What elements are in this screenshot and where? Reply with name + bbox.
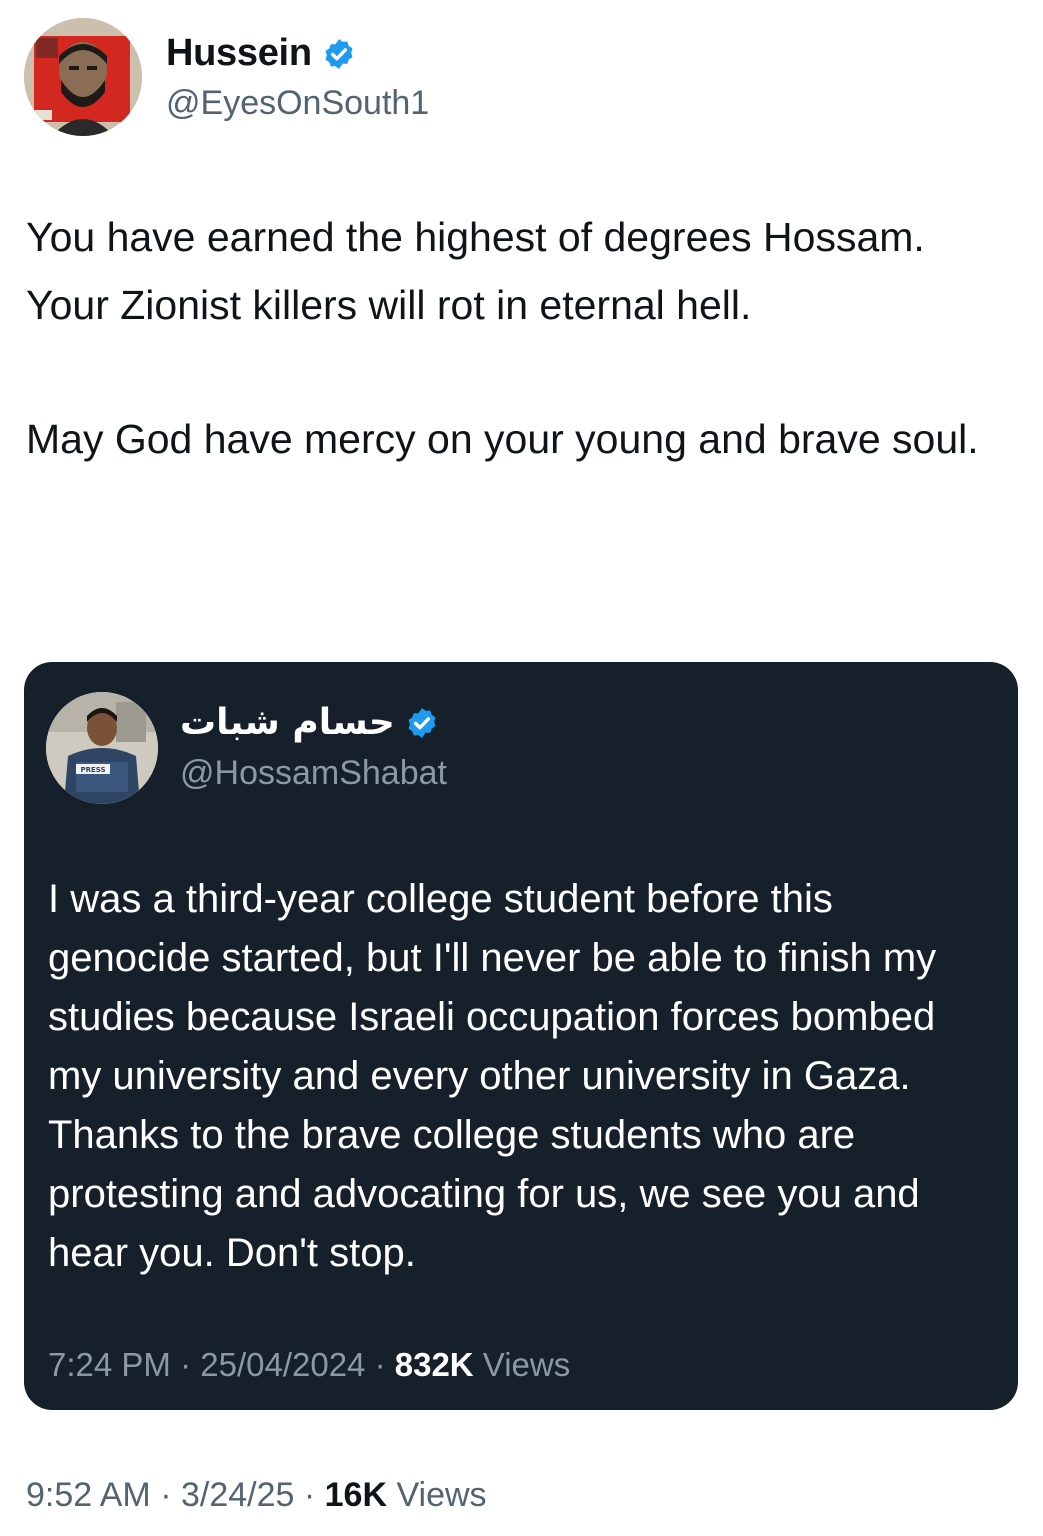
author-avatar[interactable] — [24, 18, 142, 136]
author-name[interactable]: Hussein — [166, 32, 312, 75]
quoted-author-handle[interactable]: @HossamShabat — [180, 754, 447, 793]
tweet-meta: 9:52 AM · 3/24/25 · 16K Views — [26, 1476, 487, 1514]
author-handle[interactable]: @EyesOnSouth1 — [166, 84, 429, 123]
quoted-tweet-card[interactable]: PRESS حسام شبات @HossamShabat I was a th… — [24, 662, 1018, 1410]
press-badge-text: PRESS — [80, 766, 105, 774]
quoted-author-name-row: حسام شبات — [180, 702, 439, 743]
views-count: 16K — [324, 1476, 388, 1514]
tweet-paragraph: You have earned the highest of degrees H… — [26, 214, 925, 328]
verified-badge-icon — [408, 707, 436, 738]
tweet: Hussein @EyesOnSouth1 You have earned th… — [0, 0, 1043, 1536]
tweet-text: You have earned the highest of degrees H… — [26, 203, 1016, 473]
verified-badge-icon — [325, 38, 353, 69]
tweet-time[interactable]: 9:52 AM — [26, 1476, 151, 1514]
tweet-paragraph: May God have mercy on your young and bra… — [26, 416, 979, 462]
quoted-views-label: Views — [482, 1346, 571, 1383]
tweet-header: Hussein @EyesOnSouth1 — [24, 18, 924, 138]
quoted-tweet-meta: 7:24 PM · 25/04/2024 · 832K Views — [48, 1346, 571, 1383]
views-label: Views — [396, 1476, 487, 1514]
quoted-author-avatar[interactable]: PRESS — [46, 692, 158, 804]
quoted-tweet-time[interactable]: 7:24 PM — [48, 1346, 171, 1383]
tweet-date[interactable]: 3/24/25 — [181, 1476, 294, 1514]
author-name-row: Hussein — [166, 32, 356, 75]
quoted-author-name[interactable]: حسام شبات — [180, 702, 395, 743]
quoted-tweet-date[interactable]: 25/04/2024 — [200, 1346, 365, 1383]
quoted-views-count: 832K — [394, 1346, 474, 1383]
quoted-tweet-text: I was a third-year college student befor… — [48, 877, 937, 1275]
